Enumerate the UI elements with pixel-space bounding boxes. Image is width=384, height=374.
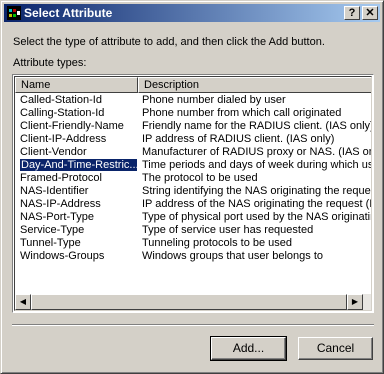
list-item[interactable]: Client-Friendly-Name Friendly name for th… xyxy=(15,120,372,133)
cancel-button[interactable]: Cancel xyxy=(298,337,373,360)
instructions-text: Select the type of attribute to add, and… xyxy=(13,36,325,48)
list-item-description: Phone number dialed by user xyxy=(142,94,286,106)
list-item-name: NAS-Port-Type xyxy=(20,211,137,224)
list-item-name: Service-Type xyxy=(20,224,137,237)
list-item-name: Client-Vendor xyxy=(20,146,137,159)
list-item-description: Time periods and days of week during whi… xyxy=(142,159,372,171)
list-item-name: NAS-Identifier xyxy=(20,185,137,198)
list-item[interactable]: Tunnel-Type Tunneling protocols to be use… xyxy=(15,237,371,250)
window-title: Select Attribute xyxy=(24,6,113,20)
title-bar[interactable]: Select Attribute ? ✕ xyxy=(4,4,380,22)
app-icon xyxy=(7,6,21,20)
list-item-name-text: Client-Vendor xyxy=(20,146,87,158)
column-header-description[interactable]: Description xyxy=(138,77,371,93)
list-item-name-text: NAS-Port-Type xyxy=(20,211,94,223)
list-item[interactable]: NAS-Port-Type Type of physical port used … xyxy=(15,211,372,224)
list-item[interactable]: Framed-Protocol The protocol to be used xyxy=(15,172,371,185)
list-item-name-text: Calling-Station-Id xyxy=(20,107,105,119)
list-item[interactable]: Client-Vendor Manufacturer of RADIUS prox… xyxy=(15,146,372,159)
list-item[interactable]: Called-Station-Id Phone number dialed by … xyxy=(15,94,371,107)
list-item-name: Client-Friendly-Name xyxy=(20,120,137,133)
list-item-name-text: Day-And-Time-Restric... xyxy=(20,159,137,172)
scroll-left-icon[interactable]: ◀ xyxy=(15,294,31,310)
list-item-description: Type of physical port used by the NAS or… xyxy=(142,211,372,223)
attribute-types-list[interactable]: Name Description Called-Station-Id Phone … xyxy=(12,74,374,313)
horizontal-scrollbar[interactable]: ◀ ▶ xyxy=(15,294,371,310)
close-button[interactable]: ✕ xyxy=(362,6,378,20)
list-item-description: String identifying the NAS originating t… xyxy=(142,185,372,197)
list-item-name-text: Called-Station-Id xyxy=(20,94,102,106)
list-item-name: NAS-IP-Address xyxy=(20,198,137,211)
list-item-name-text: Framed-Protocol xyxy=(20,172,102,184)
list-item-name-text: NAS-Identifier xyxy=(20,185,89,197)
help-button[interactable]: ? xyxy=(344,6,360,20)
scroll-thumb[interactable] xyxy=(31,294,347,310)
scroll-right-icon[interactable]: ▶ xyxy=(347,294,363,310)
list-item-name: Framed-Protocol xyxy=(20,172,137,185)
list-item[interactable]: Calling-Station-Id Phone number from whic… xyxy=(15,107,371,120)
list-item-description: Friendly name for the RADIUS client. (IA… xyxy=(142,120,372,132)
select-attribute-dialog: Select Attribute ? ✕ Select the type of … xyxy=(0,0,384,374)
list-item-description: The protocol to be used xyxy=(142,172,258,184)
list-item[interactable]: NAS-IP-Address IP address of the NAS orig… xyxy=(15,198,372,211)
list-item-name-text: Client-IP-Address xyxy=(20,133,107,145)
list-item[interactable]: Day-And-Time-Restric... Time periods and … xyxy=(15,159,372,172)
list-item-name-text: NAS-IP-Address xyxy=(20,198,101,210)
list-item-description: Manufacturer of RADIUS proxy or NAS. (IA… xyxy=(142,146,372,158)
list-item-description: Windows groups that user belongs to xyxy=(142,250,323,262)
list-item-name: Calling-Station-Id xyxy=(20,107,137,120)
list-item[interactable]: NAS-Identifier String identifying the NAS… xyxy=(15,185,372,198)
list-item[interactable]: Windows-Groups Windows groups that user b… xyxy=(15,250,371,263)
list-item-description: Phone number from which call originated xyxy=(142,107,342,119)
list-item-name: Client-IP-Address xyxy=(20,133,137,146)
list-item-name: Windows-Groups xyxy=(20,250,137,263)
separator xyxy=(12,324,374,326)
list-item[interactable]: Service-Type Type of service user has req… xyxy=(15,224,371,237)
column-header-name[interactable]: Name xyxy=(15,77,138,93)
add-button[interactable]: Add... xyxy=(210,336,287,361)
list-item-name-text: Windows-Groups xyxy=(20,250,105,262)
list-item-name-text: Service-Type xyxy=(20,224,85,236)
attribute-types-label: Attribute types: xyxy=(13,57,87,69)
list-item-name: Tunnel-Type xyxy=(20,237,137,250)
list-item[interactable]: Client-IP-Address IP address of RADIUS cl… xyxy=(15,133,371,146)
list-item-description: Type of service user has requested xyxy=(142,224,314,236)
list-item-name-text: Tunnel-Type xyxy=(20,237,81,249)
list-item-name: Day-And-Time-Restric... xyxy=(20,159,137,172)
list-item-description: IP address of the NAS originating the re… xyxy=(142,198,372,210)
list-item-description: Tunneling protocols to be used xyxy=(142,237,293,249)
list-item-description: IP address of RADIUS client. (IAS only) xyxy=(142,133,335,145)
list-item-name: Called-Station-Id xyxy=(20,94,137,107)
list-item-name-text: Client-Friendly-Name xyxy=(20,120,124,132)
